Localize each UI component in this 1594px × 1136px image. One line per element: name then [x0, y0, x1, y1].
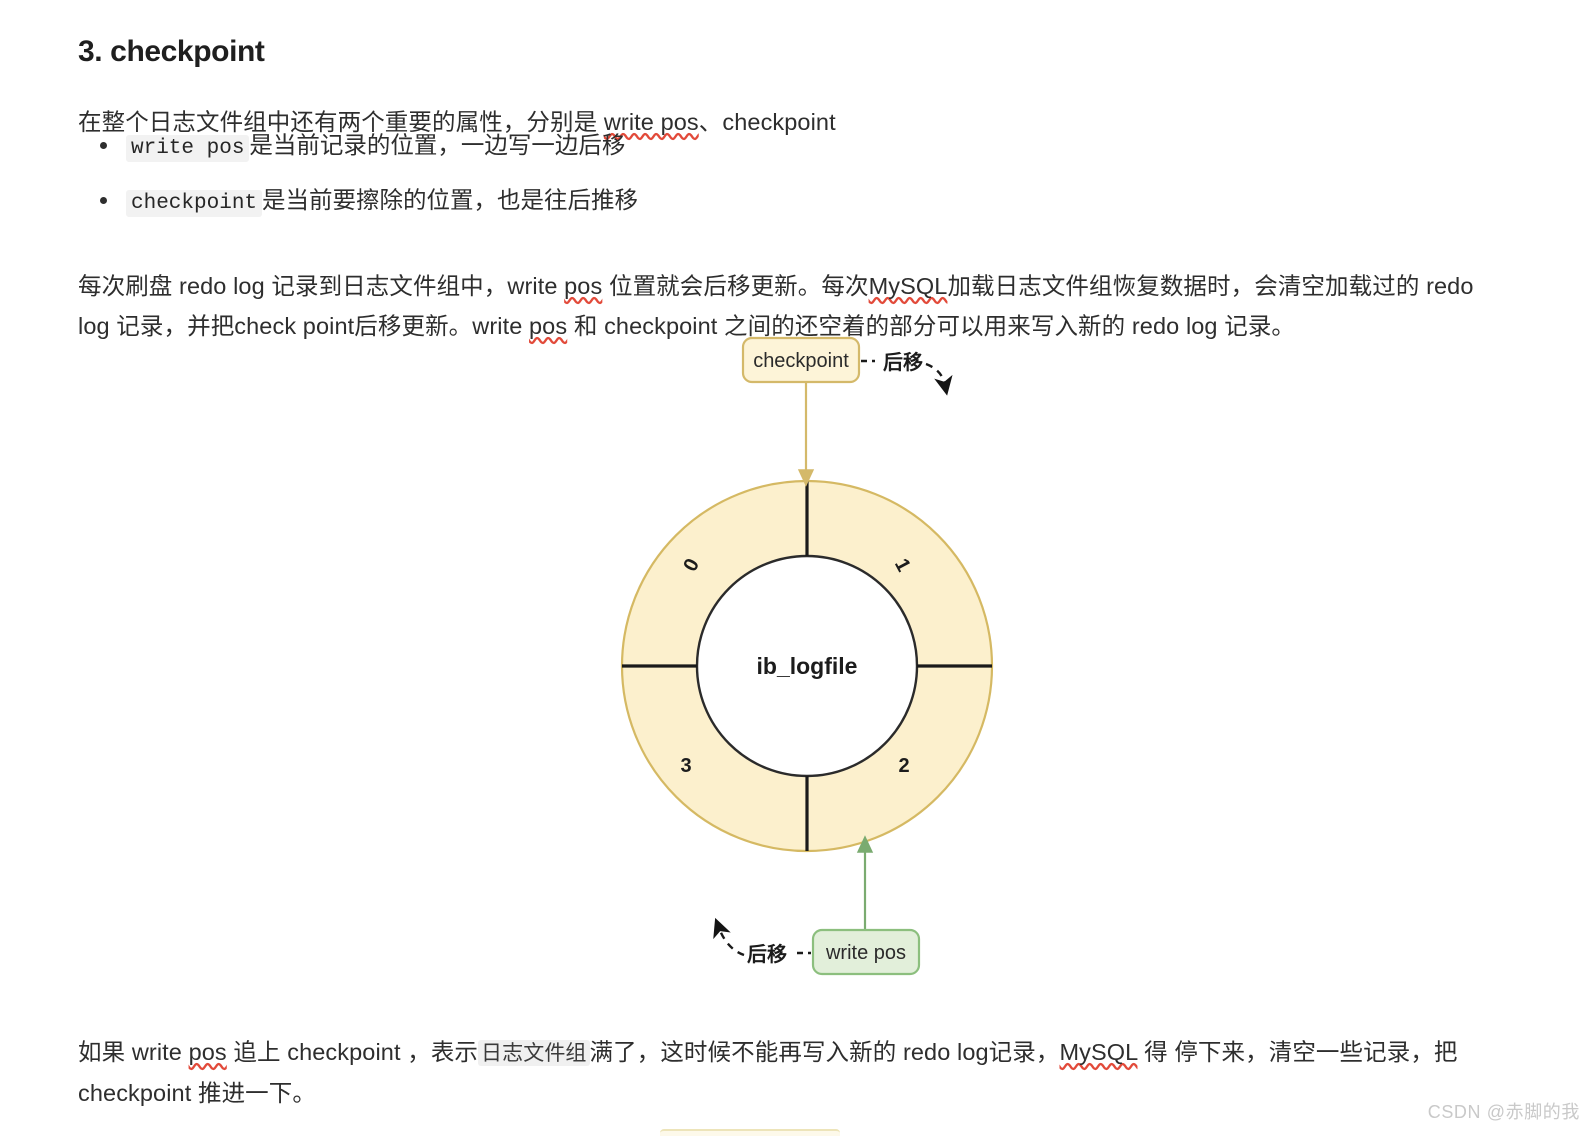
document-page: 3. checkpoint 在整个日志文件组中还有两个重要的属性，分别是 wri… — [0, 0, 1594, 1136]
body-text-2: 位置就会后移更新。每次 — [602, 272, 869, 299]
checkpoint-box-label: checkpoint — [753, 350, 849, 372]
checkpoint-move-arrow — [925, 362, 953, 396]
writepos-move-label: 后移 — [747, 943, 787, 966]
writepos-box[interactable]: write pos — [811, 928, 921, 976]
body-text-1: 每次刷盘 redo log 记录到日志文件组中，write — [78, 272, 565, 299]
checkpoint-box[interactable]: checkpoint — [741, 336, 861, 384]
tail-spell-pos: pos — [188, 1038, 227, 1065]
list-item: checkpoint 是当前要擦除的位置，也是往后推移 — [100, 185, 1526, 219]
tail-spell-mysql: MySQL — [1059, 1038, 1138, 1065]
csdn-watermark: CSDN @赤脚的我 — [1427, 1102, 1580, 1122]
tail-text-3: 满了，这时候不能再写入新的 redo log记录， — [589, 1038, 1060, 1065]
checkpoint-move-label: 后移 — [883, 351, 923, 374]
bullet-text: 是当前记录的位置，一边写一边后移 — [249, 132, 626, 158]
body-spell-mysql: MySQL — [868, 272, 948, 299]
center-label: ib_logfile — [757, 653, 858, 679]
attribute-list: write pos 是当前记录的位置，一边写一边后移 checkpoint 是当前要… — [78, 130, 1526, 240]
writepos-box-label: write pos — [825, 942, 906, 964]
segment-label-3: 3 — [680, 755, 691, 777]
bullet-text: 是当前要擦除的位置，也是往后推移 — [262, 187, 639, 213]
bullet-code-writepos: write pos — [126, 135, 250, 162]
next-diagram-sliver — [660, 1129, 840, 1136]
ib-logfile-diagram: ib_logfile 0 1 2 3 checkpoint 后移 write p… — [620, 336, 994, 976]
bullet-code-checkpoint: checkpoint — [126, 190, 263, 217]
tail-text-2: 追上 checkpoint ，表示 — [226, 1038, 479, 1065]
list-item: write pos 是当前记录的位置，一边写一边后移 — [100, 130, 1526, 164]
tail-paragraph: 如果 write pos 追上 checkpoint ，表示 日志文件组 满了，这时… — [78, 1032, 1498, 1113]
writepos-move-arrow — [713, 917, 745, 957]
tail-code-loggroup: 日志文件组 — [478, 1039, 590, 1066]
tail-text-1: 如果 write — [78, 1038, 189, 1065]
segment-label-2: 2 — [898, 755, 909, 777]
page-title: 3. checkpoint — [78, 34, 265, 68]
body-spell-pos-1: pos — [564, 272, 603, 299]
